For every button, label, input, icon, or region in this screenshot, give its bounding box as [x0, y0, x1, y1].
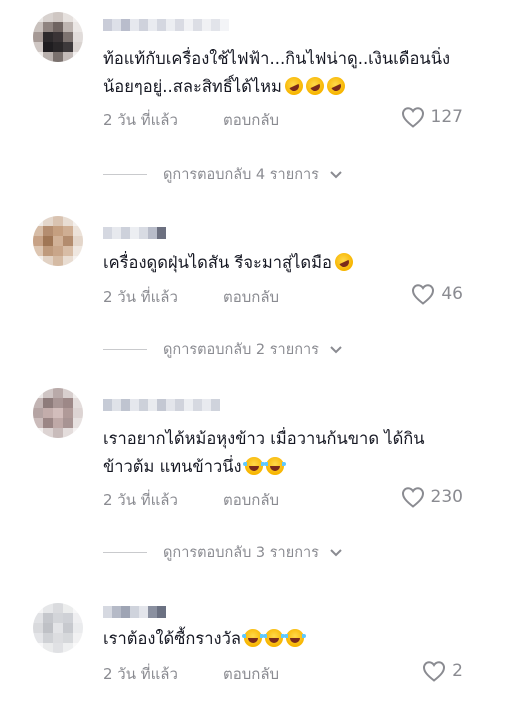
- comment-time: 2 วัน ที่แล้ว: [103, 665, 178, 683]
- heart-outline-icon: [412, 284, 435, 305]
- reply-button[interactable]: ตอบกลับ: [223, 285, 279, 309]
- comment-meta: 2 วัน ที่แล้ว ตอบกลับ: [103, 108, 279, 132]
- rolling-on-floor-laughing-icon: [302, 74, 327, 98]
- like-button[interactable]: 230: [401, 486, 463, 508]
- view-replies-button[interactable]: ดูการตอบกลับ 4 รายการ: [103, 163, 343, 186]
- heart-outline-icon: [423, 661, 446, 682]
- comment-text: เราอยากได้หม้อหุงข้าว เมื่อวานก้นขาด ได้…: [103, 425, 473, 481]
- username-blurred[interactable]: [103, 19, 229, 31]
- comment-time: 2 วัน ที่แล้ว: [103, 491, 178, 509]
- face-with-tears-of-joy-icon: [262, 629, 285, 647]
- username-blurred[interactable]: [103, 606, 166, 618]
- divider-line: [103, 349, 147, 350]
- face-with-tears-of-joy-icon: [263, 457, 286, 475]
- reply-button[interactable]: ตอบกลับ: [223, 108, 279, 132]
- reply-button[interactable]: ตอบกลับ: [223, 488, 279, 512]
- like-button[interactable]: 127: [401, 106, 463, 128]
- avatar[interactable]: [33, 603, 83, 653]
- face-with-tears-of-joy-icon: [283, 629, 306, 647]
- comment-text: เราต้องใด้ซื้กรางวัล: [103, 625, 473, 653]
- view-replies-label: ดูการตอบกลับ 2 รายการ: [163, 342, 319, 358]
- rolling-on-floor-laughing-icon: [281, 74, 306, 98]
- face-with-tears-of-joy-icon: [241, 629, 264, 647]
- comment-time: 2 วัน ที่แล้ว: [103, 288, 178, 306]
- comment-body: เราต้องใด้ซื้กรางวัล: [103, 629, 241, 648]
- chevron-down-icon: [330, 345, 342, 353]
- like-count: 2: [452, 661, 463, 681]
- view-replies-button[interactable]: ดูการตอบกลับ 2 รายการ: [103, 338, 343, 361]
- reply-button[interactable]: ตอบกลับ: [223, 662, 279, 686]
- comment-time: 2 วัน ที่แล้ว: [103, 111, 178, 129]
- like-count: 230: [430, 487, 463, 507]
- comment-body: เครื่องดูดฝุ่นไดสัน รีจะมาสู่ไดมือ: [103, 253, 332, 272]
- comment-body: ท้อแท้กับเครื่องใช้ไฟฟ้า...กินไฟน่าดู..เ…: [103, 49, 451, 96]
- view-replies-label: ดูการตอบกลับ 3 รายการ: [163, 545, 319, 561]
- rolling-on-floor-laughing-icon: [331, 250, 356, 274]
- face-with-tears-of-joy-icon: [242, 457, 265, 475]
- comment-meta: 2 วัน ที่แล้ว ตอบกลับ: [103, 285, 279, 309]
- comment-meta: 2 วัน ที่แล้ว ตอบกลับ: [103, 488, 279, 512]
- like-count: 46: [441, 284, 463, 304]
- chevron-down-icon: [330, 548, 342, 556]
- avatar[interactable]: [33, 12, 83, 62]
- like-count: 127: [430, 107, 463, 127]
- like-button[interactable]: 46: [411, 283, 463, 305]
- comment-list: ท้อแท้กับเครื่องใช้ไฟฟ้า...กินไฟน่าดู..เ…: [0, 0, 505, 710]
- comment-meta: 2 วัน ที่แล้ว ตอบกลับ: [103, 662, 279, 686]
- comment-text: เครื่องดูดฝุ่นไดสัน รีจะมาสู่ไดมือ: [103, 249, 473, 277]
- username-blurred[interactable]: [103, 227, 166, 239]
- comment-text: ท้อแท้กับเครื่องใช้ไฟฟ้า...กินไฟน่าดู..เ…: [103, 45, 473, 101]
- comment-body: เราอยากได้หม้อหุงข้าว เมื่อวานก้นขาด ได้…: [103, 429, 425, 476]
- avatar[interactable]: [33, 216, 83, 266]
- heart-outline-icon: [401, 487, 424, 508]
- username-blurred[interactable]: [103, 399, 220, 411]
- view-replies-label: ดูการตอบกลับ 4 รายการ: [163, 167, 319, 183]
- chevron-down-icon: [330, 170, 342, 178]
- rolling-on-floor-laughing-icon: [323, 74, 348, 98]
- like-button[interactable]: 2: [422, 660, 463, 682]
- divider-line: [103, 174, 147, 175]
- divider-line: [103, 552, 147, 553]
- view-replies-button[interactable]: ดูการตอบกลับ 3 รายการ: [103, 541, 343, 564]
- avatar[interactable]: [33, 388, 83, 438]
- heart-outline-icon: [401, 107, 424, 128]
